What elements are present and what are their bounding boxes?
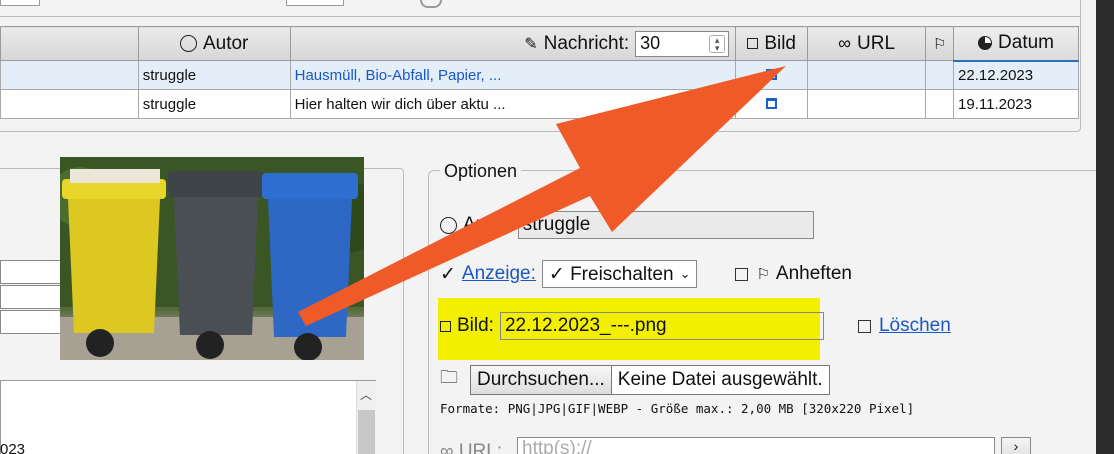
col-pin[interactable]: ⚐ (925, 26, 955, 61)
delete-label[interactable]: Löschen (879, 315, 951, 337)
url-label-row: ∞ URL: (440, 441, 502, 454)
col-message-label: Nachricht: (543, 32, 630, 54)
image-icon[interactable] (766, 97, 778, 109)
col-author-label: Autor (202, 32, 249, 54)
options-legend: Optionen (440, 161, 522, 182)
url-open-button[interactable]: › (1001, 437, 1031, 454)
col-author[interactable]: Autor (137, 26, 291, 61)
pin-label[interactable]: Anheften (776, 263, 852, 285)
row-author: struggle (137, 60, 291, 90)
pencil-icon: ✎ (524, 35, 538, 53)
row-select-cell[interactable] (0, 60, 139, 90)
col-date-label: Datum (998, 32, 1054, 54)
folder-icon: 🗀 (440, 367, 458, 387)
display-label: Anzeige: (461, 263, 536, 284)
row-select-cell[interactable] (0, 89, 139, 119)
bins-preview-image (60, 157, 364, 360)
col-date[interactable]: Datum (953, 26, 1079, 62)
row-message-link[interactable]: Hausmüll, Bio-Abfall, Papier, ... (289, 60, 737, 90)
author-row: Autor: struggle (440, 211, 814, 239)
image-icon[interactable] (766, 68, 778, 80)
delete-checkbox[interactable] (857, 319, 871, 333)
no-file-text: Keine Datei ausgewählt. (611, 365, 830, 395)
row-date: 19.11.2023 (953, 89, 1079, 119)
formats-hint: Formate: PNG|JPG|GIF|WEBP - Größe max.: … (440, 401, 915, 416)
row-pin (925, 89, 955, 119)
browse-button[interactable]: Durchsuchen... (470, 365, 612, 395)
image-icon (747, 38, 759, 49)
table-row[interactable]: struggle Hier halten wir dich über aktu … (0, 89, 1079, 119)
col-image[interactable]: Bild (735, 26, 809, 61)
top-input-fragment[interactable] (0, 0, 40, 6)
image-row: Bild: 22.12.2023_---.png Löschen (440, 312, 951, 340)
check-icon: ✓ (440, 263, 456, 285)
flag-icon: ⚐ (756, 266, 770, 283)
row-pin (925, 60, 955, 90)
image-label: Bild: (457, 315, 494, 336)
clock-icon (978, 36, 993, 51)
left-input-3[interactable] (0, 310, 62, 334)
row-author: struggle (137, 89, 291, 119)
image-field[interactable]: 22.12.2023_---.png (499, 312, 824, 340)
col-image-label: Bild (764, 32, 796, 54)
row-date: 22.12.2023 (953, 60, 1079, 90)
col-message[interactable]: ✎ Nachricht: 30 ▴ ▾ (289, 26, 737, 61)
scroll-up-icon[interactable]: ︿ (360, 386, 372, 403)
arrow-right-icon: › (1013, 438, 1019, 454)
flag-icon: ⚐ (932, 35, 947, 53)
left-input-2[interactable] (0, 285, 62, 309)
page: Autor ✎ Nachricht: 30 ▴ ▾ Bild ∞ URL ⚐ D… (0, 0, 1114, 454)
image-icon (440, 320, 451, 332)
row-message[interactable]: Hier halten wir dich über aktu ... (289, 89, 737, 119)
upload-row: 🗀 Durchsuchen... Keine Datei ausgewählt. (440, 365, 830, 395)
window-scrollbar[interactable] (1096, 0, 1114, 454)
col-url[interactable]: ∞ URL (807, 26, 927, 61)
messages-table: Autor ✎ Nachricht: 30 ▴ ▾ Bild ∞ URL ⚐ D… (0, 26, 1079, 119)
bins-illustration (60, 157, 364, 360)
top-radio-fragment[interactable] (420, 0, 442, 8)
url-input[interactable]: http(s):// (517, 437, 995, 454)
message-textarea[interactable] (0, 380, 376, 454)
no-file-label: Keine Datei ausgewählt. (617, 369, 823, 390)
display-row: ✓ Anzeige: ✓ Freischalten ⌄ ⚐ Anheften (440, 260, 852, 288)
link-icon: ∞ (838, 33, 851, 53)
display-select-value: ✓ Freischalten (548, 263, 674, 285)
message-length-value: 30 (640, 33, 661, 53)
spin-buttons[interactable]: ▴ ▾ (709, 34, 726, 53)
row-url (807, 60, 927, 90)
table-row[interactable]: struggle Hausmüll, Bio-Abfall, Papier, .… (0, 60, 1079, 90)
link-icon: ∞ (440, 441, 459, 454)
display-select[interactable]: ✓ Freischalten ⌄ (541, 260, 698, 288)
row-url (807, 89, 927, 119)
author-label: Autor: (463, 214, 514, 235)
url-label: URL: (458, 441, 503, 454)
chevron-down-icon: ⌄ (679, 266, 691, 281)
top-input-fragment-2[interactable] (286, 0, 344, 6)
col-url-label: URL (857, 32, 896, 54)
browse-label: Durchsuchen... (477, 369, 605, 390)
pin-checkbox[interactable] (735, 267, 749, 281)
author-field[interactable]: struggle (517, 211, 814, 239)
textarea-text: 023 (0, 441, 26, 454)
user-icon (179, 35, 197, 52)
frame-edge (1080, 0, 1081, 16)
message-length-input[interactable]: 30 ▴ ▾ (635, 30, 730, 57)
user-icon (440, 216, 457, 234)
col-select[interactable] (0, 26, 139, 61)
left-input-1[interactable] (0, 260, 62, 284)
scrollbar-thumb[interactable] (358, 410, 375, 454)
